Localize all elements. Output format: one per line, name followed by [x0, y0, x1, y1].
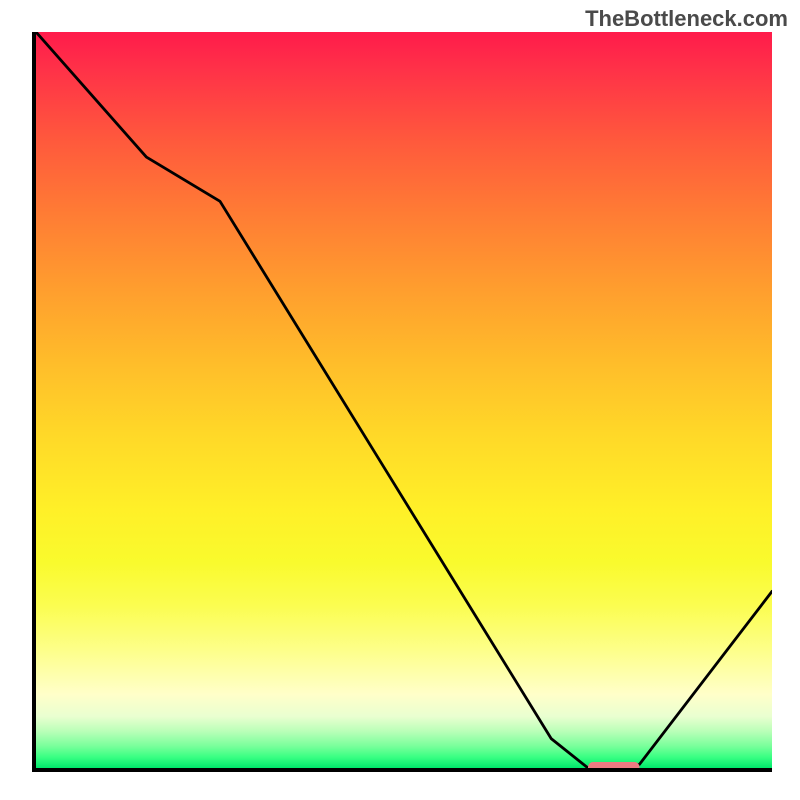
- line-chart-svg: [36, 32, 772, 768]
- optimal-marker: [588, 762, 640, 768]
- chart-container: TheBottleneck.com: [0, 0, 800, 800]
- watermark-text: TheBottleneck.com: [585, 6, 788, 32]
- plot-area: [32, 32, 772, 772]
- bottleneck-curve-path: [36, 32, 772, 768]
